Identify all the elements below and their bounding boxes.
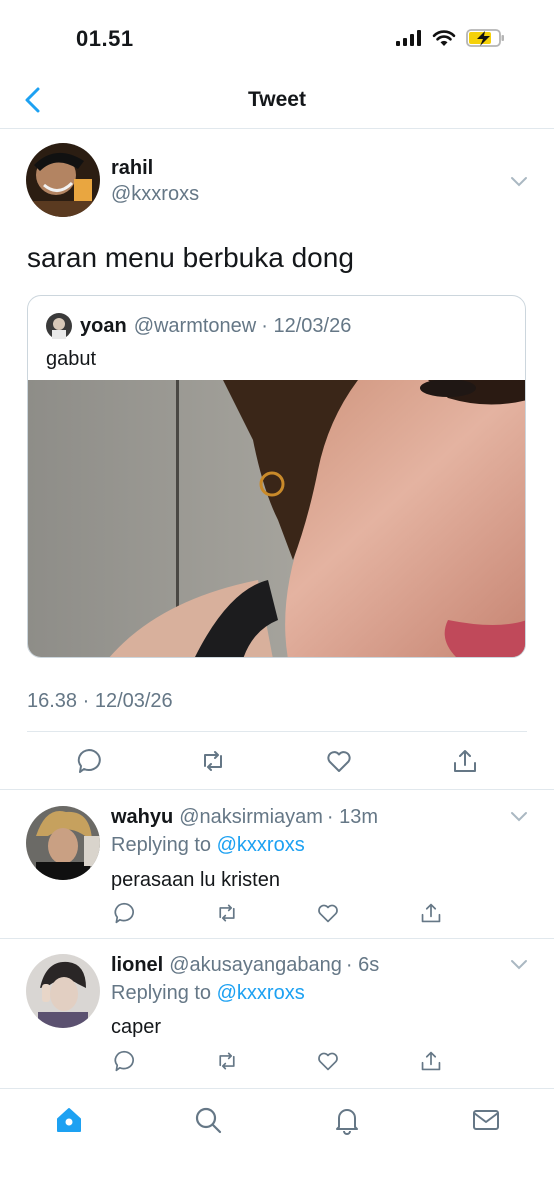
reply-icon[interactable]	[113, 1050, 135, 1072]
share-icon[interactable]	[420, 1050, 442, 1072]
retweet-icon[interactable]	[216, 902, 238, 924]
reply-time: · 6s	[345, 954, 380, 976]
wifi-icon	[432, 30, 456, 46]
search-icon[interactable]	[193, 1105, 223, 1135]
tweet-timestamp: 16.38 · 12/03/26	[27, 690, 173, 712]
author-name[interactable]: rahil	[111, 157, 153, 180]
reply-text: caper	[111, 1016, 162, 1038]
replying-to-line: Replying to @kxxroxs	[111, 834, 305, 857]
reply-header: lionel @akusayangabang · 6s	[111, 954, 379, 977]
reply-icon[interactable]	[76, 748, 102, 774]
reply-header: wahyu @naksirmiayam · 13m	[111, 806, 378, 829]
quote-date: · 12/03/26	[261, 314, 352, 337]
retweet-icon[interactable]	[200, 748, 226, 774]
quoted-tweet[interactable]: yoan @warmtonew · 12/03/26 gabut	[27, 295, 526, 658]
like-icon[interactable]	[317, 902, 339, 924]
share-icon[interactable]	[452, 748, 478, 774]
chevron-down-icon[interactable]	[510, 175, 528, 187]
like-icon[interactable]	[326, 748, 352, 774]
reply-author-name[interactable]: lionel	[111, 954, 163, 976]
reply-icon[interactable]	[113, 902, 135, 924]
chevron-down-icon[interactable]	[510, 958, 528, 970]
divider	[27, 731, 527, 732]
page-title: Tweet	[248, 88, 306, 111]
replying-to-label: Replying to	[111, 982, 212, 1004]
retweet-icon[interactable]	[216, 1050, 238, 1072]
reply-text: perasaan lu kristen	[111, 869, 280, 891]
quote-author-name: yoan	[80, 314, 127, 337]
replying-to-label: Replying to	[111, 834, 212, 856]
chevron-down-icon[interactable]	[510, 810, 528, 822]
tweet-text: saran menu berbuka dong	[27, 242, 354, 273]
reply-avatar[interactable]	[26, 954, 100, 1028]
reply-time: · 13m	[326, 806, 379, 828]
replying-to-line: Replying to @kxxroxs	[111, 982, 305, 1005]
messages-icon[interactable]	[471, 1105, 501, 1135]
divider	[0, 938, 554, 939]
status-icons	[396, 26, 506, 50]
replying-to-link[interactable]: @kxxroxs	[217, 982, 305, 1004]
share-icon[interactable]	[420, 902, 442, 924]
battery-charging-icon	[466, 29, 504, 47]
reply-author-handle[interactable]: @naksirmiayam	[179, 806, 323, 828]
cellular-signal-icon	[396, 30, 421, 46]
reply-author-handle[interactable]: @akusayangabang	[169, 954, 342, 976]
quote-photo[interactable]	[28, 380, 526, 658]
quote-header: yoan @warmtonew · 12/03/26	[46, 313, 351, 339]
reply-avatar[interactable]	[26, 806, 100, 880]
status-time: 01.51	[76, 26, 134, 51]
quote-author-handle: @warmtonew	[133, 314, 257, 337]
quote-avatar	[46, 313, 72, 339]
reply-author-name[interactable]: wahyu	[111, 806, 173, 828]
home-icon[interactable]	[54, 1105, 84, 1135]
divider	[0, 789, 554, 790]
quote-text: gabut	[46, 348, 97, 370]
author-handle[interactable]: @kxxroxs	[111, 183, 199, 206]
replying-to-link[interactable]: @kxxroxs	[217, 834, 305, 856]
tab-bar	[0, 1088, 554, 1201]
author-avatar[interactable]	[26, 143, 100, 217]
notifications-icon[interactable]	[332, 1105, 362, 1135]
nav-bar: Tweet	[0, 74, 554, 129]
status-bar: 01.51	[0, 0, 554, 74]
like-icon[interactable]	[317, 1050, 339, 1072]
